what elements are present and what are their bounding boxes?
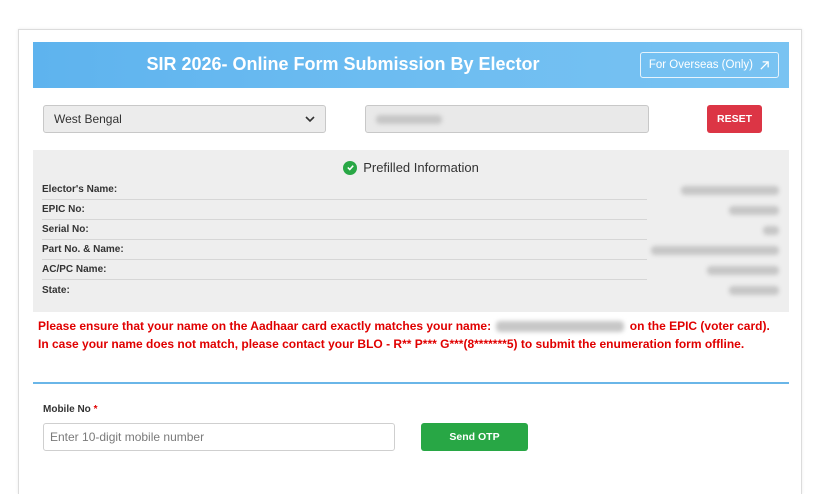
part-no-row: Part No. & Name: <box>42 240 647 260</box>
warning-line-2: In case your name does not match, please… <box>38 337 745 351</box>
section-divider <box>33 382 789 384</box>
epic-number-input[interactable] <box>365 105 649 133</box>
serial-no-row: Serial No: <box>42 220 647 240</box>
form-card: SIR 2026- Online Form Submission By Elec… <box>18 29 802 494</box>
prefilled-info-title: Prefilled Information <box>33 160 789 175</box>
state-value <box>729 280 779 300</box>
ac-pc-name-label: AC/PC Name: <box>42 264 107 275</box>
overseas-button-label: For Overseas (Only) <box>648 59 753 71</box>
part-no-label: Part No. & Name: <box>42 244 124 255</box>
ac-pc-name-row: AC/PC Name: <box>42 260 647 280</box>
state-select[interactable]: West Bengal <box>43 105 326 133</box>
epic-no-label: EPIC No: <box>42 204 85 215</box>
elector-name-label: Elector's Name: <box>42 184 118 195</box>
redacted-name <box>496 321 625 333</box>
serial-no-label: Serial No: <box>42 224 89 235</box>
mobile-label: Mobile No * <box>43 404 98 415</box>
page-header: SIR 2026- Online Form Submission By Elec… <box>33 42 789 88</box>
state-select-value: West Bengal <box>54 112 122 126</box>
elector-name-value <box>681 180 779 200</box>
prefilled-info-panel: Prefilled Information Elector's Name: EP… <box>33 150 789 312</box>
serial-no-value <box>763 220 779 240</box>
epic-no-row: EPIC No: <box>42 200 647 220</box>
state-row: State: <box>42 280 647 300</box>
epic-no-value <box>729 200 779 220</box>
overseas-button[interactable]: For Overseas (Only) <box>639 52 779 78</box>
state-label: State: <box>42 284 70 296</box>
warning-line-1: Please ensure that your name on the Aadh… <box>38 319 770 333</box>
reset-button[interactable]: RESET <box>707 105 762 133</box>
elector-name-row: Elector's Name: <box>42 180 647 200</box>
required-mark: * <box>93 404 98 415</box>
send-otp-button[interactable]: Send OTP <box>421 423 528 451</box>
check-circle-icon <box>343 160 358 175</box>
mobile-number-input[interactable] <box>43 423 395 451</box>
redacted-value <box>376 114 442 124</box>
ac-pc-name-value <box>707 260 779 280</box>
part-no-value <box>651 240 779 260</box>
external-link-icon <box>760 60 769 70</box>
page-title: SIR 2026- Online Form Submission By Elec… <box>146 54 540 74</box>
prefilled-info-label: Prefilled Information <box>363 160 479 175</box>
chevron-down-icon <box>305 116 315 123</box>
name-mismatch-warning: Please ensure that your name on the Aadh… <box>38 317 778 353</box>
